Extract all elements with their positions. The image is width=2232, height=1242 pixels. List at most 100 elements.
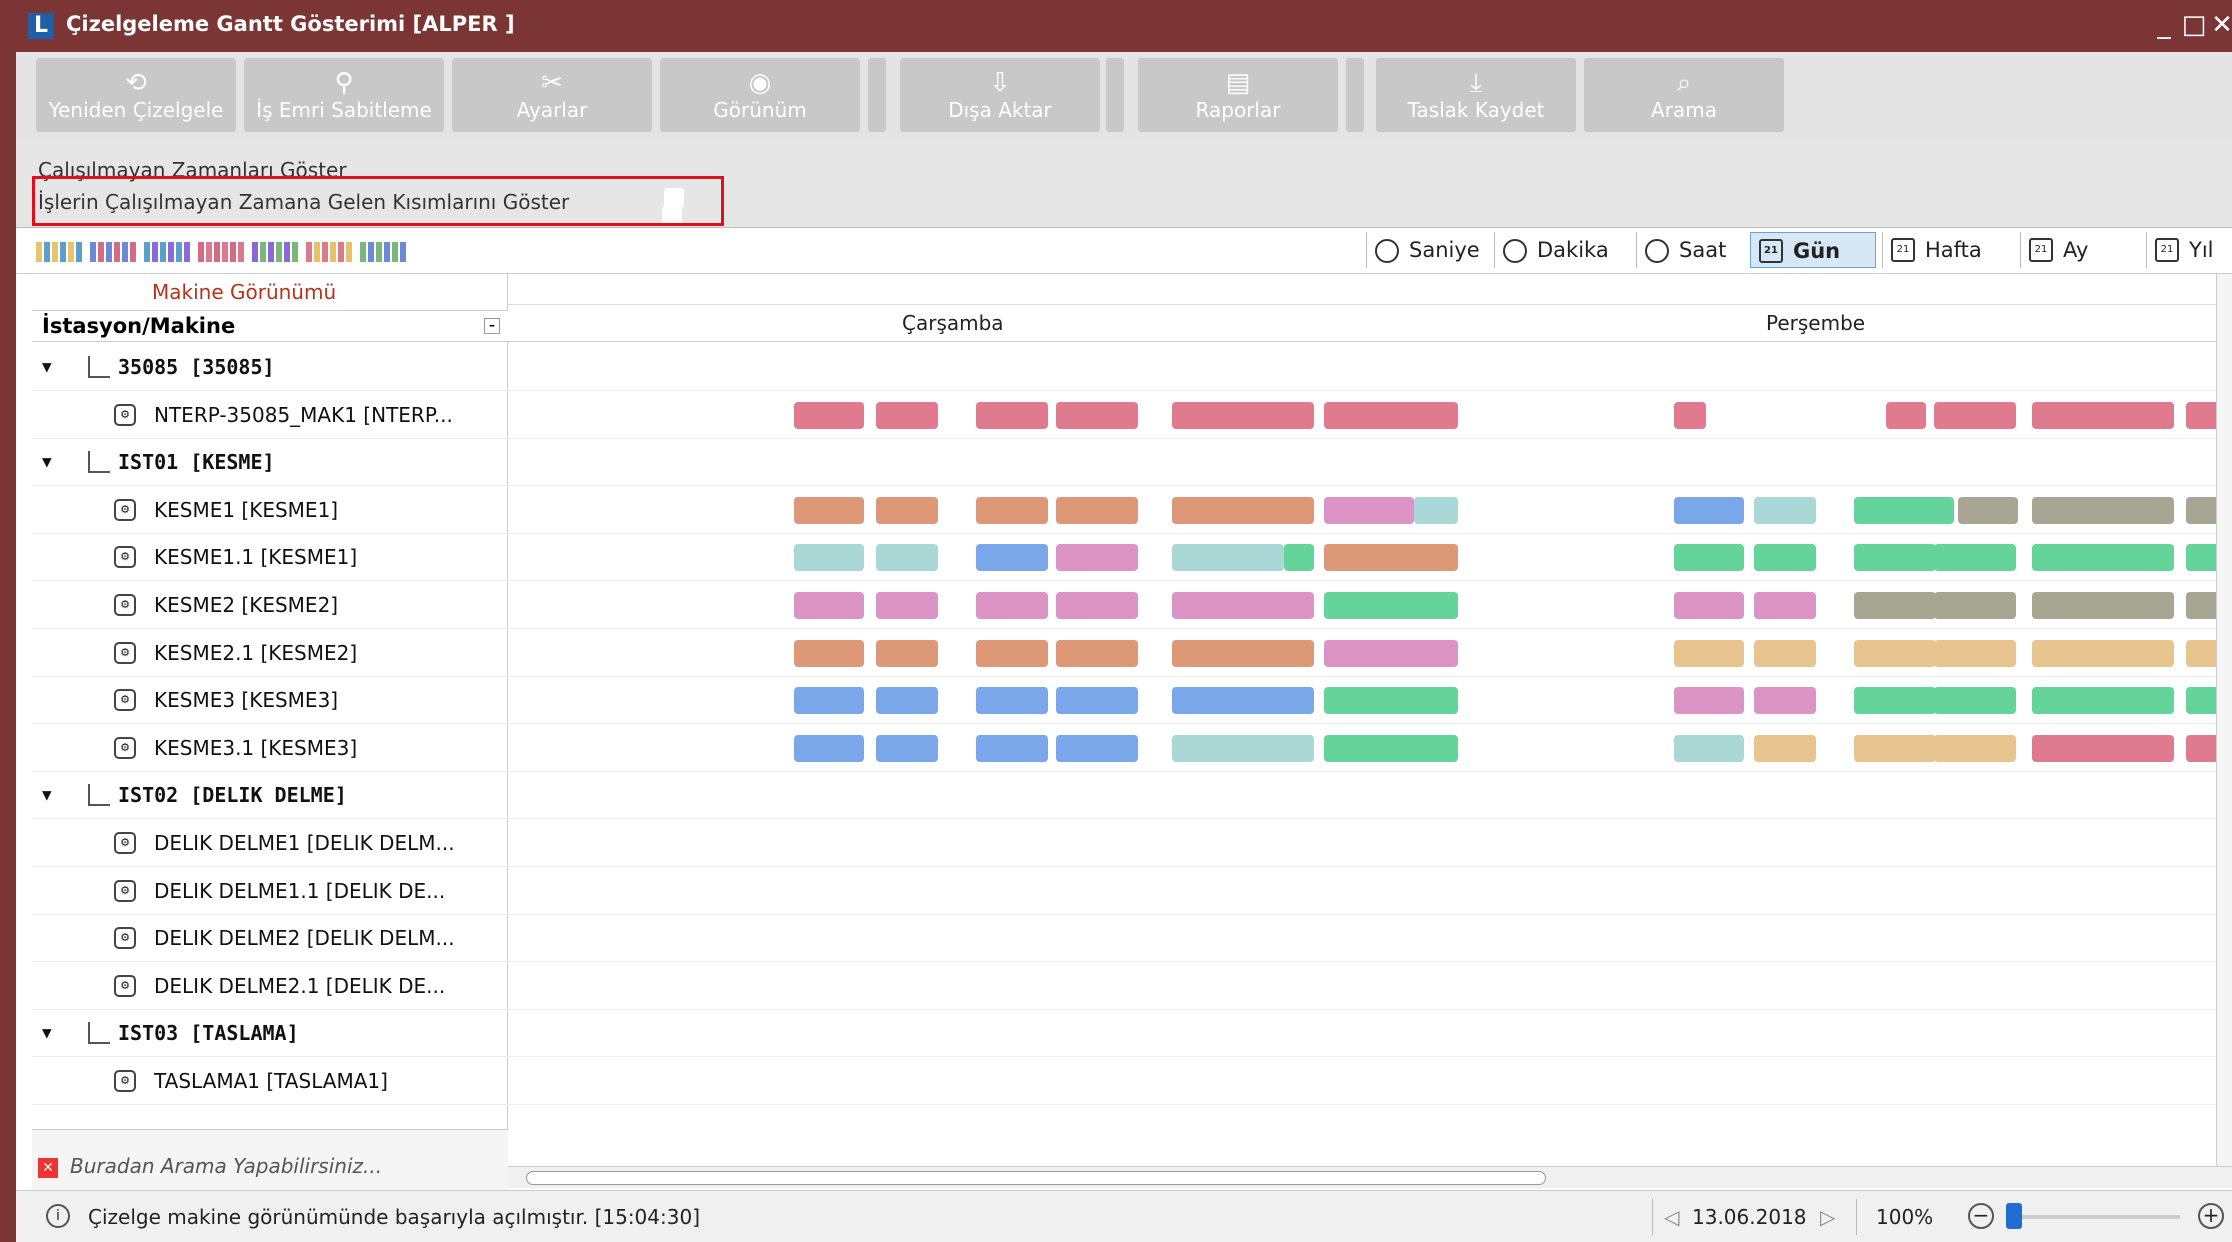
job-bar[interactable] — [1172, 639, 1314, 667]
job-bar[interactable] — [1324, 544, 1458, 572]
job-bar[interactable] — [2032, 496, 2174, 524]
scale-ay-button[interactable]: 21 Ay — [2020, 232, 2138, 268]
job-bar[interactable] — [1056, 592, 1138, 619]
job-bar[interactable] — [976, 496, 1048, 524]
job-bar[interactable] — [794, 734, 864, 762]
job-bar[interactable] — [2032, 639, 2174, 667]
expand-icon[interactable]: ▼ — [42, 1010, 52, 1056]
machine-row[interactable]: ⚙ KESME3.1 [KESME3] — [32, 725, 508, 772]
job-bar[interactable] — [2032, 734, 2174, 762]
job-bar[interactable] — [1324, 734, 1458, 762]
job-bar[interactable] — [1172, 544, 1284, 572]
job-bar[interactable] — [1056, 639, 1138, 667]
job-bar[interactable] — [976, 687, 1048, 715]
zoom-slider[interactable] — [2010, 1215, 2180, 1219]
horizontal-scrollbar[interactable] — [508, 1166, 2232, 1188]
job-bar[interactable] — [876, 639, 938, 667]
close-button[interactable]: ✕ — [2208, 8, 2232, 42]
job-bar[interactable] — [1056, 544, 1138, 572]
station-row[interactable]: ▼ IST01 [KESME] — [32, 439, 508, 487]
scale-gün-button[interactable]: 21 Gün — [1750, 232, 1876, 268]
machine-row[interactable]: ⚙ DELIK DELME1.1 [DELIK DE... — [32, 868, 508, 915]
collapse-icon[interactable]: – — [484, 318, 500, 334]
job-bar[interactable] — [2032, 544, 2174, 572]
job-bar[interactable] — [1172, 592, 1314, 619]
minimize-button[interactable]: _ — [2150, 8, 2178, 42]
job-bar[interactable] — [1754, 592, 1816, 619]
job-bar[interactable] — [2032, 592, 2174, 619]
job-bar[interactable] — [976, 639, 1048, 667]
station-row[interactable]: ▼ IST03 [TASLAMA] — [32, 1010, 508, 1058]
job-bar[interactable] — [1674, 734, 1744, 762]
job-bar[interactable] — [1172, 734, 1314, 762]
scale-dakika-button[interactable]: Dakika — [1494, 232, 1626, 268]
job-bar[interactable] — [1674, 496, 1744, 524]
job-bar[interactable] — [794, 639, 864, 667]
job-bar[interactable] — [2032, 687, 2174, 715]
job-bar[interactable] — [1934, 687, 2016, 715]
job-bar[interactable] — [2032, 401, 2174, 429]
ayarlar-button[interactable]: ✂ Ayarlar — [452, 58, 652, 132]
job-bar[interactable] — [1754, 496, 1816, 524]
scale-saat-button[interactable]: Saat — [1636, 232, 1744, 268]
job-bar[interactable] — [1324, 496, 1414, 524]
job-bar[interactable] — [876, 544, 938, 572]
expand-icon[interactable]: ▼ — [42, 344, 52, 390]
job-bar[interactable] — [1674, 639, 1744, 667]
job-bar[interactable] — [794, 544, 864, 572]
job-bar[interactable] — [1172, 401, 1314, 429]
machine-row[interactable]: ⚙ DELIK DELME2.1 [DELIK DE... — [32, 963, 508, 1010]
machine-row[interactable]: ⚙ KESME1 [KESME1] — [32, 487, 508, 534]
job-bar[interactable] — [976, 401, 1048, 429]
next-date-icon[interactable]: ▷ — [1820, 1205, 1835, 1229]
job-bar[interactable] — [794, 687, 864, 715]
job-bar[interactable] — [976, 592, 1048, 619]
job-bar[interactable] — [1324, 687, 1458, 715]
prev-date-icon[interactable]: ◁ — [1664, 1205, 1679, 1229]
job-bar[interactable] — [1934, 401, 2016, 429]
station-row[interactable]: ▼ IST02 [DELIK DELME] — [32, 772, 508, 820]
dışa-aktar-button[interactable]: ⇩ Dışa Aktar — [900, 58, 1100, 132]
job-bar[interactable] — [1056, 496, 1138, 524]
job-bar[interactable] — [876, 401, 938, 429]
job-bar[interactable] — [976, 544, 1048, 572]
station-row[interactable]: ▼ 35085 [35085] — [32, 344, 508, 391]
job-bar[interactable] — [1934, 639, 2016, 667]
machine-row[interactable]: ⚙ KESME2 [KESME2] — [32, 582, 508, 629]
taslak-kaydet-button[interactable]: ⤓ Taslak Kaydet — [1376, 58, 1576, 132]
job-bar[interactable] — [1854, 496, 1954, 524]
scale-hafta-button[interactable]: 21 Hafta — [1882, 232, 2008, 268]
job-bar[interactable] — [794, 496, 864, 524]
job-bar[interactable] — [1324, 592, 1458, 619]
job-bar[interactable] — [1934, 592, 2016, 619]
job-bar[interactable] — [1056, 734, 1138, 762]
machine-row[interactable]: ⚙ KESME1.1 [KESME1] — [32, 534, 508, 582]
job-bar[interactable] — [876, 496, 938, 524]
job-bar[interactable] — [1674, 592, 1744, 619]
job-bar[interactable] — [794, 401, 864, 429]
job-bar[interactable] — [876, 734, 938, 762]
arama-button[interactable]: ⌕ Arama — [1584, 58, 1784, 132]
machine-row[interactable]: ⚙ DELIK DELME1 [DELIK DELM... — [32, 820, 508, 867]
job-bar[interactable] — [1754, 639, 1816, 667]
job-bar[interactable] — [1324, 639, 1458, 667]
yeniden-çizelgele-button[interactable]: ⟲ Yeniden Çizelgele — [36, 58, 236, 132]
job-bar[interactable] — [1172, 496, 1314, 524]
job-bar[interactable] — [1934, 544, 2016, 572]
zoom-out-icon[interactable]: − — [1968, 1203, 1994, 1229]
job-bar[interactable] — [1854, 734, 1936, 762]
job-bar[interactable] — [1674, 544, 1744, 572]
machine-row[interactable]: ⚙ KESME3 [KESME3] — [32, 677, 508, 725]
job-bar[interactable] — [1172, 687, 1314, 715]
job-bar[interactable] — [876, 687, 938, 715]
expand-icon[interactable]: ▼ — [42, 439, 52, 485]
i-ş-emri-sabitleme-button[interactable]: ⚲ İş Emri Sabitleme — [244, 58, 444, 132]
machine-row[interactable]: ⚙ TASLAMA1 [TASLAMA1] — [32, 1058, 508, 1105]
job-bar[interactable] — [876, 592, 938, 619]
görünüm-button[interactable]: ◉ Görünüm — [660, 58, 860, 132]
job-bar[interactable] — [1056, 401, 1138, 429]
scrollbar-thumb[interactable] — [526, 1171, 1546, 1185]
job-bar[interactable] — [794, 592, 864, 619]
scale-saniye-button[interactable]: Saniye — [1366, 232, 1486, 268]
job-bar[interactable] — [1854, 544, 1936, 572]
